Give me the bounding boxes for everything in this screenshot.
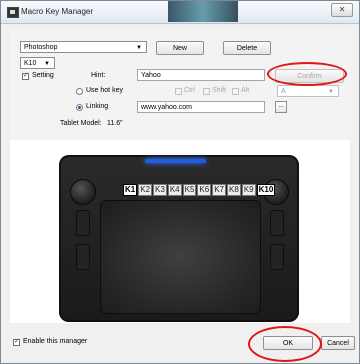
close-button[interactable]: ✕ [331,3,353,17]
ok-button[interactable]: OK [263,336,313,350]
tablet-key[interactable]: K4 [167,184,182,196]
left-side-button [76,244,90,270]
tablet-key[interactable]: K8 [227,184,241,196]
tablet-model-label: Tablet Model: [60,120,102,127]
setting-checkbox[interactable] [22,71,29,80]
new-button[interactable]: New [156,41,204,55]
hotkey-select[interactable]: A ▼ [277,85,339,97]
app-icon [7,7,19,18]
tablet-image: K1 K2 K3 K4 K5 K6 K7 K8 K9 K10 [59,155,299,322]
tablet-key[interactable]: K2 [138,184,153,196]
ctrl-label: Ctrl [184,87,195,94]
tablet-key[interactable]: K3 [153,184,167,196]
right-side-button [270,210,284,236]
browse-button[interactable]: ... [275,101,287,113]
enable-manager-label: Enable this manager [23,338,88,345]
alt-checkbox[interactable] [232,88,239,95]
delete-button[interactable]: Delete [223,41,271,55]
tablet-key[interactable]: K5 [182,184,197,196]
confirm-button[interactable]: Confirm [275,69,344,83]
hint-label: Hint: [91,72,106,79]
tablet-key[interactable]: K10 [256,184,276,196]
cancel-button[interactable]: Cancel [321,336,355,350]
linking-input[interactable]: www.yahoo.com [137,101,265,113]
key-select[interactable]: K10 ▼ [20,57,55,69]
hint-input[interactable]: Yahoo [137,69,265,81]
key-select-value: K10 [24,60,37,67]
linking-label: Linking [86,103,109,110]
linking-radio[interactable] [76,104,83,111]
application-select-value: Photoshop [24,44,58,51]
hotkey-select-value: A [281,88,286,95]
left-dial-icon [70,179,96,205]
tablet-model-value: 11.6" [107,120,123,127]
tablet-key[interactable]: K6 [197,184,212,196]
chevron-down-icon: ▼ [44,61,50,67]
left-side-button [76,210,90,236]
enable-manager-checkbox[interactable] [13,337,20,346]
tablet-key[interactable]: K9 [241,184,256,196]
title-bar: Macro Key Manager ✕ [1,1,359,24]
shift-label: Shift [212,87,227,94]
tablet-preview-area: K1 K2 K3 K4 K5 K6 K7 K8 K9 K10 [10,140,350,324]
taskbar-thumbnail-image [168,1,238,22]
macro-key-manager-window: Macro Key Manager ✕ Photoshop ▼ New Dele… [0,0,360,364]
footer-bar: Enable this manager OK Cancel [1,323,359,363]
tablet-key[interactable]: K7 [212,184,227,196]
chevron-down-icon: ▼ [328,89,334,95]
right-side-button [270,244,284,270]
tablet-key[interactable]: K1 [123,184,138,196]
use-hot-key-radio[interactable] [76,88,83,95]
ctrl-checkbox[interactable] [175,88,182,95]
alt-label: Alt [241,87,250,94]
shift-checkbox[interactable] [203,88,210,95]
tablet-led-bar [145,159,206,163]
setting-label: Setting [32,72,54,79]
window-title: Macro Key Manager [21,7,94,16]
application-select[interactable]: Photoshop ▼ [20,41,147,53]
tablet-key-row: K1 K2 K3 K4 K5 K6 K7 K8 K9 K10 [123,184,276,196]
chevron-down-icon: ▼ [136,45,142,51]
use-hot-key-label: Use hot key [86,87,123,94]
tablet-active-surface [100,200,261,314]
settings-panel: Photoshop ▼ New Delete K10 ▼ Setting Hin… [10,29,353,142]
